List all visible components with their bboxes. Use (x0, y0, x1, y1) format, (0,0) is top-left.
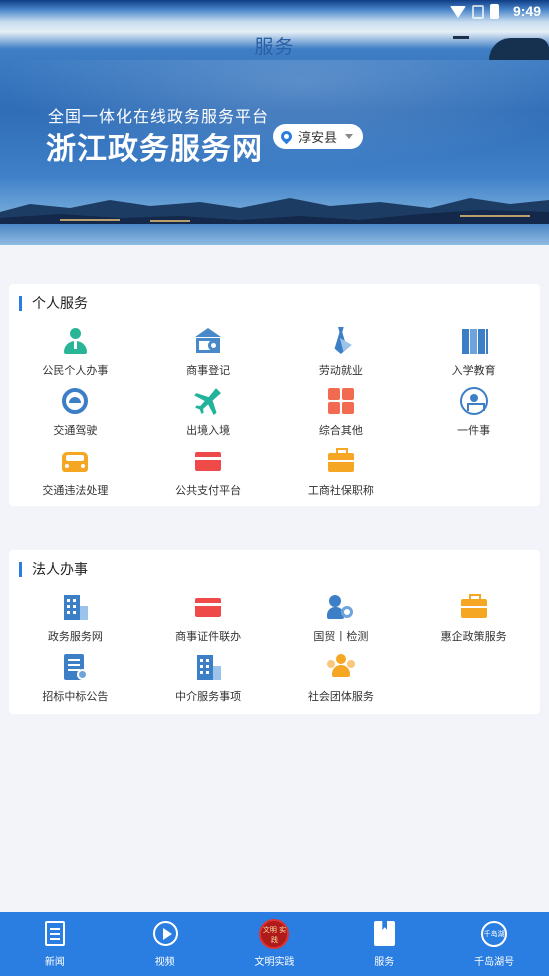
briefcase-icon (459, 592, 489, 622)
car-icon (60, 446, 90, 476)
person-search-icon (326, 592, 356, 622)
lake-water (0, 224, 549, 245)
service-label: 交通驾驶 (53, 425, 98, 437)
legal-services-card: 法人办事 政务服务网 商事证件联办 国贸丨检测 惠企政策服务 招标中标公告 中介… (9, 550, 540, 714)
service-label: 出境入境 (186, 425, 231, 437)
civilization-seal-icon: 文明 实践 (259, 919, 290, 949)
service-business-registration[interactable]: 商事登记 (142, 326, 275, 382)
service-enterprise-policy[interactable]: 惠企政策服务 (407, 592, 540, 648)
service-label: 入学教育 (451, 365, 496, 377)
status-icons (450, 4, 499, 19)
service-label: 中介服务事项 (175, 691, 242, 703)
building-icon (193, 652, 223, 682)
service-immigration[interactable]: 出境入境 (142, 386, 275, 442)
tab-video[interactable]: 视频 (110, 912, 220, 976)
legal-services-grid: 政务服务网 商事证件联办 国贸丨检测 惠企政策服务 招标中标公告 中介服务事项 … (9, 592, 540, 708)
chevron-down-icon (345, 134, 354, 139)
section-header: 个人服务 (19, 295, 88, 311)
section-title: 法人办事 (32, 561, 88, 577)
service-other[interactable]: 综合其他 (275, 386, 408, 442)
service-label: 公共支付平台 (175, 485, 242, 497)
person-icon (60, 326, 90, 356)
tab-label: 千岛湖号 (474, 957, 515, 968)
grid-tiles-icon (326, 386, 356, 416)
banner-title: 浙江政务服务网 (46, 133, 263, 166)
personal-services-grid: 公民个人办事 商事登记 劳动就业 入学教育 交通驾驶 出境入境 综合其他 一件事… (9, 326, 540, 502)
location-selector[interactable]: 淳安县 (273, 124, 363, 149)
page-title: 服务 (254, 37, 295, 58)
service-label: 惠企政策服务 (440, 631, 507, 643)
service-label: 商事登记 (186, 365, 231, 377)
service-traffic-violation[interactable]: 交通违法处理 (9, 446, 142, 502)
service-driving[interactable]: 交通驾驶 (9, 386, 142, 442)
news-icon (43, 921, 67, 947)
personal-services-card: 个人服务 公民个人办事 商事登记 劳动就业 入学教育 交通驾驶 出境入境 综合其… (9, 284, 540, 506)
service-trade-inspection[interactable]: 国贸丨检测 (275, 592, 408, 648)
service-employment[interactable]: 劳动就业 (275, 326, 408, 382)
airplane-icon (193, 386, 223, 416)
location-pin-icon (278, 128, 295, 145)
service-label: 工商社保职称 (307, 485, 374, 497)
tab-label: 服务 (374, 957, 395, 968)
service-label: 招标中标公告 (42, 691, 109, 703)
card-icon (193, 592, 223, 622)
group-icon (326, 652, 356, 682)
service-bidding-notice[interactable]: 招标中标公告 (9, 652, 142, 708)
bank-search-icon (193, 326, 223, 356)
wifi-icon (450, 5, 466, 18)
steering-wheel-icon (60, 386, 90, 416)
document-icon (60, 652, 90, 682)
bookmark-icon (372, 921, 396, 947)
service-label: 社会团体服务 (307, 691, 374, 703)
service-social-security[interactable]: 工商社保职称 (275, 446, 408, 502)
sim-icon (472, 4, 484, 19)
tab-service[interactable]: 服务 (329, 912, 439, 976)
status-time: 9:49 (512, 3, 541, 19)
service-label: 劳动就业 (318, 365, 363, 377)
section-header: 法人办事 (19, 561, 88, 577)
tie-icon (326, 326, 356, 356)
service-label: 综合其他 (318, 425, 363, 437)
service-label: 公民个人办事 (42, 365, 109, 377)
service-label: 商事证件联办 (175, 631, 242, 643)
tab-civilization[interactable]: 文明 实践 文明实践 (220, 912, 330, 976)
network-icon (459, 386, 489, 416)
tab-news[interactable]: 新闻 (0, 912, 110, 976)
tab-label: 文明实践 (254, 957, 295, 968)
bottom-tab-bar: 新闻 视频 文明 实践 文明实践 服务 千岛湖 千岛湖号 (0, 912, 549, 976)
tab-label: 新闻 (44, 957, 65, 968)
service-citizen-affairs[interactable]: 公民个人办事 (9, 326, 142, 382)
service-one-thing[interactable]: 一件事 (407, 386, 540, 442)
tab-qiandaohu[interactable]: 千岛湖 千岛湖号 (439, 912, 549, 976)
service-gov-portal[interactable]: 政务服务网 (9, 592, 142, 648)
service-label: 交通违法处理 (42, 485, 109, 497)
service-social-organization[interactable]: 社会团体服务 (275, 652, 408, 708)
tab-label: 视频 (154, 957, 175, 968)
service-intermediary[interactable]: 中介服务事项 (142, 652, 275, 708)
section-accent-bar (19, 561, 22, 577)
location-label: 淳安县 (298, 130, 338, 145)
building-icon (60, 592, 90, 622)
service-public-payment[interactable]: 公共支付平台 (142, 446, 275, 502)
play-icon (152, 921, 178, 947)
battery-icon (490, 4, 499, 19)
section-accent-bar (19, 295, 22, 311)
service-label: 国贸丨检测 (313, 631, 369, 643)
service-label: 政务服务网 (47, 631, 103, 643)
service-label: 一件事 (457, 425, 491, 437)
banner: 9:49 服务 全国一体化在线政务服务平台 浙江政务服务网 淳安县 (0, 0, 549, 245)
card-icon (193, 446, 223, 476)
briefcase-icon (326, 446, 356, 476)
service-license-joint[interactable]: 商事证件联办 (142, 592, 275, 648)
books-icon (459, 326, 489, 356)
status-bar: 9:49 (0, 0, 549, 24)
service-education[interactable]: 入学教育 (407, 326, 540, 382)
qiandaohu-logo-icon: 千岛湖 (481, 921, 508, 947)
section-title: 个人服务 (32, 295, 88, 311)
